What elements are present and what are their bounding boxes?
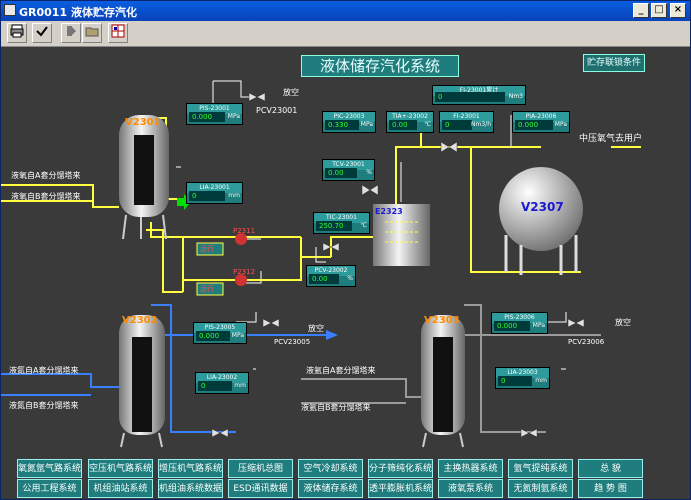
valve-pcv23006-label: PCV23006 [568,338,605,346]
nav-button-4a[interactable]: 压缩机总图 [228,459,293,478]
maximize-button[interactable]: □ [651,3,667,18]
tank-v2302-label: V2302 [122,315,158,326]
instrument-tic23001[interactable]: TIC-23001 250.70 ℃ [313,212,370,234]
tag-unit: Nm3 [508,93,523,100]
nav-button-1b[interactable]: 公用工程系统 [17,479,82,498]
app-window: GR0011 液体贮存汽化 _ □ × 液体储存汽化系统 贮存联锁条件 V230… [0,0,691,500]
tag-value: 0 [198,381,232,391]
nav-button-6a[interactable]: 分子筛纯化系统 [368,459,433,478]
app-icon [4,4,16,16]
tag-value: 0.000 [494,321,530,331]
tag-unit: mm [234,382,246,389]
nav-button-8a[interactable]: 氩气提纯系统 [508,459,573,478]
window-title: GR0011 液体贮存汽化 [19,6,137,19]
tag-value: 0.00 [389,120,417,130]
nav-button-2b[interactable]: 机组油站系统 [88,479,153,498]
instrument-fi23001-total[interactable]: FI-23001累计 0 Nm3 [432,85,526,105]
vent-label-3: 放空 [615,318,631,327]
printer-icon[interactable] [7,23,27,43]
vent-label-1: 放空 [283,88,299,97]
inlet-ar-a-label: 液氩自A套分馏塔来 [306,366,376,375]
overview-button[interactable]: 总 貌 [578,459,643,478]
tag-value: 0 [498,376,532,386]
valve-pcv23005-label: PCV23005 [274,338,311,346]
folder-icon[interactable] [82,23,102,43]
instrument-pic23003[interactable]: PIC-23003 0.330 MPa [322,111,376,133]
instrument-lia23003[interactable]: LIA-23003 0 mm [495,367,550,389]
instrument-tia23002[interactable]: TIA+-23002 0.00 ℃ [386,111,434,133]
pump-p2312-state: 运行 [200,285,214,293]
tag-unit: MPa [360,121,373,128]
process-canvas: 液体储存汽化系统 贮存联锁条件 V2301 V2302 V2303 V2307 … [1,47,690,499]
tag-value: 0.00 [309,274,339,284]
tag-unit: mm [228,192,240,199]
tank-v2307-label: V2307 [521,200,564,214]
tag-unit: Nm3/h [471,121,491,128]
instrument-pia23006[interactable]: PIA-23006 0.000 MPa [512,111,570,133]
instrument-pis23005[interactable]: PIS-23005 0.000 MPa [193,322,247,344]
nav-button-5b[interactable]: 液体储存系统 [298,479,363,498]
tag-unit: ℃ [424,121,431,128]
tag-value: 0.330 [325,120,359,130]
tag-unit: mm [535,377,547,384]
pump-p2312-label: P2312 [233,268,256,276]
tag-unit: MPa [532,322,545,329]
forward-icon[interactable] [61,23,81,43]
minimize-button[interactable]: _ [633,3,649,18]
nav-button-3a[interactable]: 增压机气路系统 [158,459,223,478]
toolbar [1,21,690,47]
instrument-lia23002[interactable]: LIA-23002 0 mm [195,372,249,394]
inlet-n2-b-label: 液氮自B套分馏塔来 [9,401,79,410]
tag-unit: % [347,275,353,282]
tag-value: 250.70 [316,221,352,231]
user-outlet-label: 中压氧气去用户 [579,134,643,144]
nav-button-4b[interactable]: ESD通讯数据 [228,479,293,498]
nav-button-3b[interactable]: 机组油系统数据 [158,479,223,498]
trend-button[interactable]: 趋 势 图 [578,479,643,498]
instrument-pis23006[interactable]: PIS-23006 0.000 MPa [491,312,548,334]
tag-unit: MPa [231,332,244,339]
nav-button-8b[interactable]: 无氮制氩系统 [508,479,573,498]
valve-pcv23001-label: PCV23001 [256,106,298,115]
tag-unit: MPa [554,121,567,128]
instrument-fi23001[interactable]: FI-23001 0 Nm3/h [439,111,494,133]
pump-p2311-label: P2311 [233,227,256,235]
inlet-o2-a-label: 液氧自A套分馏塔来 [11,171,81,180]
exchanger-e2323-label: E2323 [375,207,403,216]
interlock-link-button[interactable]: 贮存联锁条件 [583,54,645,72]
pump-p2311-state: 运行 [200,245,214,253]
grid-icon[interactable] [108,23,128,43]
nav-button-5a[interactable]: 空气冷却系统 [298,459,363,478]
check-icon[interactable] [32,23,52,43]
instrument-tcv23001[interactable]: TCV-23001 0.00 % [322,159,375,181]
nav-button-6b[interactable]: 透平膨胀机系统 [368,479,433,498]
page-title: 液体储存汽化系统 [301,55,459,77]
nav-button-2a[interactable]: 空压机气路系统 [88,459,153,478]
instrument-lia23001[interactable]: LIA-23001 0 mm [186,182,243,204]
tag-value: 0 [189,191,225,201]
instrument-pcv23002[interactable]: PCV-23002 0.00 % [306,265,356,287]
tag-value: 0 [442,120,472,130]
tag-unit: ℃ [360,222,367,229]
tag-value: 0.000 [189,112,225,122]
tank-v2303-label: V2303 [424,315,460,326]
close-button[interactable]: × [670,3,686,18]
inlet-ar-b-label: 液氩自B套分馏塔来 [301,403,371,412]
tag-unit: % [366,169,372,176]
tag-unit: MPa [227,113,240,120]
inlet-n2-a-label: 液氮自A套分馏塔来 [9,366,79,375]
tank-v2301-label: V2301 [125,117,161,128]
nav-button-7a[interactable]: 主换热器系统 [438,459,503,478]
nav-button-1a[interactable]: 氧氮氩气路系统 [17,459,82,478]
tag-value: 0.000 [196,331,230,341]
tag-value: 0 [435,92,505,102]
instrument-pis23001[interactable]: PIS-23001 0.000 MPa [186,103,243,125]
nav-button-7b[interactable]: 液氧泵系统 [438,479,503,498]
tag-value: 0.00 [325,168,357,178]
vent-label-2: 放空 [308,324,324,333]
inlet-o2-b-label: 液氧自B套分馏塔来 [11,192,81,201]
tag-value: 0.000 [515,120,553,130]
title-bar: GR0011 液体贮存汽化 _ □ × [1,1,690,21]
